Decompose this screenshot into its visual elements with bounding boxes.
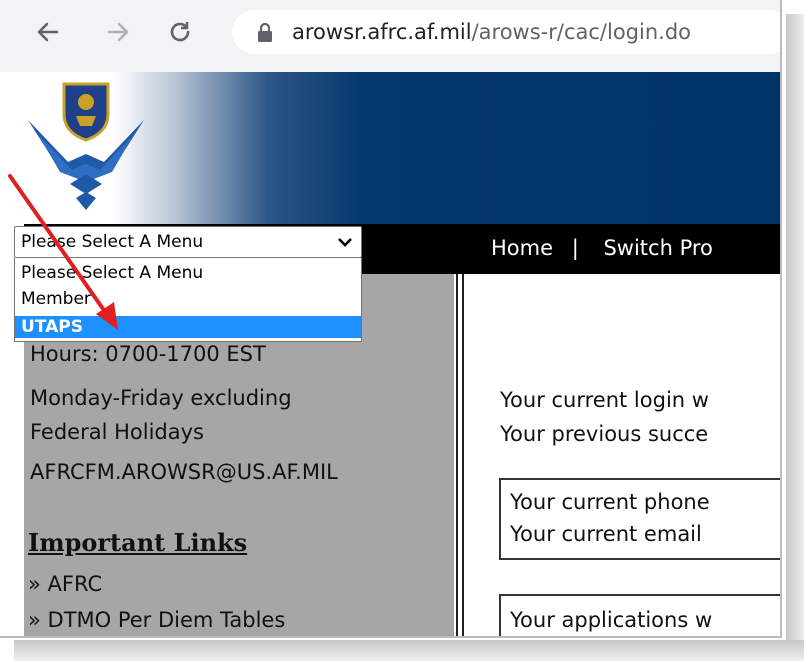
menu-option-please-select[interactable]: Please Select A Menu (15, 262, 361, 284)
days-text: Monday-Friday excluding (30, 386, 292, 410)
link-dtmo-per-diem[interactable]: » DTMO Per Diem Tables (28, 608, 285, 632)
menu-option-utaps[interactable]: UTAPS (15, 316, 361, 338)
login-info-line-2: Your previous succe (500, 422, 709, 446)
forward-arrow-icon[interactable] (100, 14, 136, 50)
menu-select-value: Please Select A Menu (21, 232, 204, 252)
reload-icon[interactable] (162, 14, 198, 50)
frame-shadow-right (786, 14, 804, 661)
url-path: /arows-r/cac/login.do (471, 20, 691, 44)
top-nav: Home | Switch Pro (491, 236, 713, 260)
air-force-reserve-logo-icon (24, 76, 148, 220)
hours-text: Hours: 0700-1700 EST (30, 342, 266, 366)
url-host: arowsr.afrc.af.mil (292, 20, 472, 44)
holidays-text: Federal Holidays (30, 420, 204, 444)
important-links-heading: Important Links (28, 528, 248, 557)
frame-shadow-bottom (14, 640, 804, 661)
contact-phone-line: Your current phone (510, 490, 710, 514)
nav-separator: | (571, 236, 579, 260)
login-info-line-1: Your current login w (500, 388, 709, 412)
back-arrow-icon[interactable] (30, 14, 66, 50)
applications-line: Your applications w (510, 608, 713, 632)
lock-icon[interactable] (256, 22, 274, 48)
nav-switch-link[interactable]: Switch Pro (603, 236, 712, 260)
nav-home-link[interactable]: Home (491, 236, 553, 260)
contact-email-line: Your current email (510, 522, 702, 546)
menu-select[interactable]: Please Select A Menu (14, 226, 362, 258)
menu-dropdown-list: Please Select A Menu Member UTAPS (14, 258, 362, 342)
url-text[interactable]: arowsr.afrc.af.mil/arows-r/cac/login.do (292, 20, 691, 44)
browser-window: arowsr.afrc.af.mil/arows-r/cac/login.do … (0, 0, 782, 638)
column-divider (456, 274, 464, 636)
menu-option-member[interactable]: Member (15, 288, 361, 310)
support-email[interactable]: AFRCFM.AROWSR@US.AF.MIL (30, 460, 338, 484)
link-afrc[interactable]: » AFRC (28, 572, 102, 596)
chevron-down-icon (337, 234, 353, 254)
